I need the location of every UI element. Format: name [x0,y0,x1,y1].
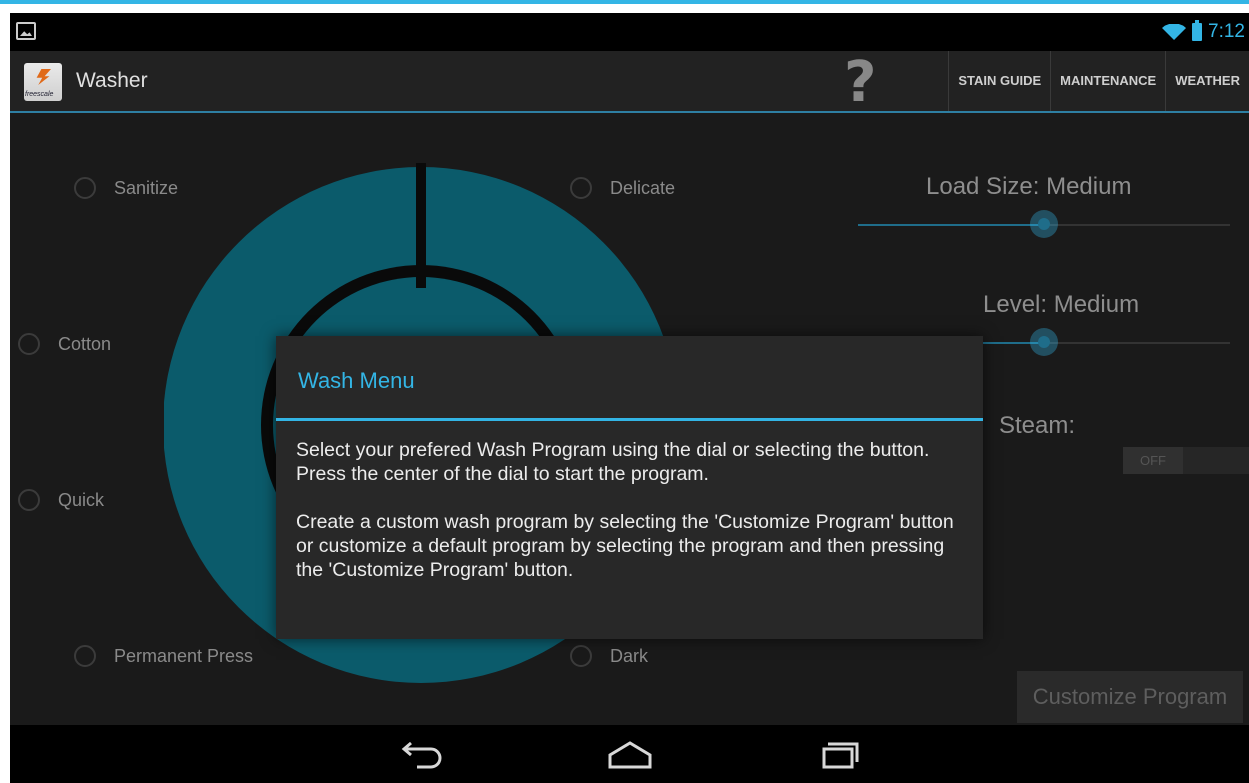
image-notification-icon [16,22,36,40]
slider-track [1044,224,1230,226]
program-sanitize[interactable]: Sanitize [74,177,178,199]
back-icon[interactable] [391,735,451,775]
dialog-body: Select your prefered Wash Program using … [296,438,966,606]
radio-button[interactable] [570,645,592,667]
window-top-accent [0,0,1249,4]
program-label: Cotton [58,333,112,354]
radio-button[interactable] [74,645,96,667]
program-label: Sanitize [114,177,179,198]
program-label: Quick [58,489,105,510]
program-label: Dark [610,645,649,666]
program-cotton[interactable]: Cotton [18,333,111,355]
status-icons: 7:12 [1162,20,1245,43]
status-bar: 7:12 [10,13,1249,51]
clock: 7:12 [1208,21,1245,42]
radio-button[interactable] [570,177,592,199]
home-icon[interactable] [600,735,660,775]
wash-menu-dialog: Wash Menu Select your prefered Wash Prog… [276,336,983,639]
battery-icon [1192,20,1203,41]
navigation-bar [10,725,1249,783]
dialog-divider [276,418,983,421]
menu-stain-guide[interactable]: STAIN GUIDE [948,51,1050,111]
freescale-logo-icon [36,69,51,85]
action-menu: STAIN GUIDE MAINTENANCE WEATHER [948,51,1249,111]
dialog-paragraph: Create a custom wash program by selectin… [296,511,954,581]
program-label: Delicate [610,177,676,198]
steam-toggle[interactable]: OFF [1123,447,1249,474]
customize-program-button[interactable]: Customize Program [1017,671,1243,723]
radio-button[interactable] [18,333,40,355]
device-screen: 7:12 freescale Washer ? STAIN GUIDE MAIN… [10,13,1249,783]
dialog-title: Wash Menu [298,368,415,393]
action-bar: freescale Washer ? STAIN GUIDE MAINTENAN… [10,51,1249,113]
load-size-thumb[interactable] [1030,210,1058,238]
radio-button[interactable] [18,489,40,511]
toggle-off-state: OFF [1123,447,1183,474]
steam-label: Steam: [999,412,1076,439]
dial-pointer [416,163,426,288]
wifi-icon [1162,24,1187,40]
dialog-paragraph: Select your prefered Wash Program using … [296,439,930,485]
app-title: Washer [76,69,148,92]
slider-track [1044,342,1230,344]
slider-fill [858,224,1044,226]
program-permanent-press[interactable]: Permanent Press [74,645,253,667]
recent-apps-icon[interactable] [810,735,870,775]
wash-screen: Sanitize Delicate Cotton Quick Permanent… [10,115,1249,725]
app-logo[interactable]: freescale [24,63,62,101]
radio-button[interactable] [74,177,96,199]
menu-weather[interactable]: WEATHER [1165,51,1249,111]
program-dark[interactable]: Dark [570,645,648,667]
logo-brand-text: freescale [25,91,54,98]
program-delicate[interactable]: Delicate [570,177,675,199]
help-icon[interactable]: ? [844,55,876,111]
load-size-label: Load Size: Medium [926,173,1132,200]
program-label: Permanent Press [114,645,254,666]
menu-maintenance[interactable]: MAINTENANCE [1050,51,1165,111]
water-level-label: Level: Medium [983,291,1140,318]
water-level-thumb[interactable] [1030,328,1058,356]
program-quick[interactable]: Quick [18,489,104,511]
